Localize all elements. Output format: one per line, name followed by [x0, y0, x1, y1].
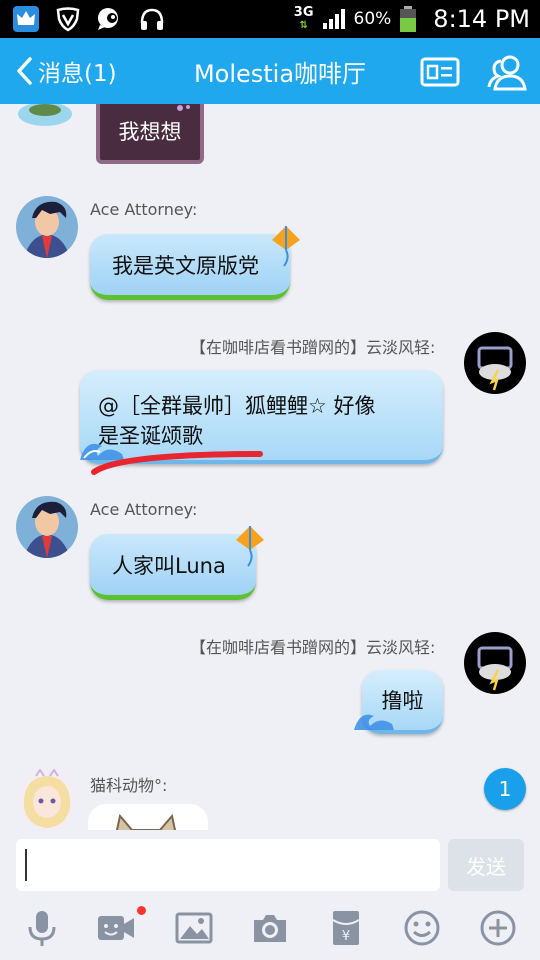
battery-icon [400, 6, 417, 32]
wave-decoration [354, 714, 394, 730]
unread-count-badge[interactable]: 1 [484, 768, 526, 810]
message-bubble[interactable]: 我是英文原版党 [90, 234, 290, 300]
notification-dot [137, 906, 146, 915]
headphones-icon [140, 8, 164, 30]
message-bubble[interactable]: 我想想 [96, 104, 204, 164]
toolbar: ¥ [0, 896, 540, 960]
clock: 8:14 PM [433, 5, 530, 33]
avatar-yun-dan-feng-qing[interactable] [464, 332, 526, 394]
title-bar: Molestia咖啡厅 消息(1) [0, 38, 540, 104]
video-call-icon[interactable] [96, 908, 136, 948]
chat-message-list[interactable]: 我想想 Ace Attorney: 我是英文原版党 【在咖啡店看书蹭网的】云淡风… [0, 104, 540, 830]
back-button[interactable]: 消息(1) [14, 38, 117, 104]
shield-icon [56, 7, 80, 32]
status-bar: 3G ⇅ 60% 8:14 PM [0, 0, 540, 38]
sparkle-decoration [177, 105, 190, 111]
group-profile-card-icon[interactable] [420, 52, 460, 92]
emoji-icon[interactable] [402, 908, 442, 948]
avatar-partial[interactable] [16, 104, 74, 128]
avatar-ace-attorney[interactable] [16, 196, 78, 258]
kite-decoration [272, 226, 300, 267]
kite-decoration [236, 526, 264, 567]
chevron-left-icon [17, 57, 32, 85]
chat-app-icon [98, 8, 118, 30]
send-button[interactable]: 发送 [448, 839, 524, 891]
message-text-line1: @［全群最帅］狐鲤鲤☆ 好像 [98, 394, 376, 418]
sender-name: Ace Attorney: [90, 200, 198, 219]
red-underline-annotation [91, 451, 263, 475]
text-cursor [25, 849, 27, 881]
group-members-icon[interactable] [486, 52, 530, 92]
camera-icon[interactable] [250, 908, 290, 948]
sender-name: 猫科动物°: [90, 776, 168, 795]
plus-icon[interactable] [478, 908, 518, 948]
signal-icon [322, 9, 345, 29]
sender-name: Ace Attorney: [90, 500, 198, 519]
network-indicator: 3G ⇅ [293, 4, 314, 31]
red-packet-icon[interactable]: ¥ [326, 908, 366, 948]
crown-app-icon [13, 6, 39, 32]
avatar-mao-ke-dong-wu[interactable] [16, 768, 78, 830]
message-bubble[interactable] [88, 804, 208, 830]
avatar-ace-attorney[interactable] [16, 496, 78, 558]
sender-name: 【在咖啡店看书蹭网的】云淡风轻: [190, 638, 436, 657]
microphone-icon[interactable] [22, 908, 62, 948]
cat-sticker-image [115, 813, 177, 830]
sender-name: 【在咖啡店看书蹭网的】云淡风轻: [190, 338, 436, 357]
input-bar: 发送 [0, 830, 540, 896]
battery-percent: 60% [353, 9, 392, 29]
message-text: 人家叫Luna [112, 553, 226, 578]
message-input[interactable] [16, 839, 440, 891]
back-label: 消息(1) [38, 61, 117, 87]
image-icon[interactable] [174, 908, 214, 948]
network-type: 3G [293, 4, 314, 20]
svg-text:¥: ¥ [342, 929, 350, 944]
avatar-yun-dan-feng-qing[interactable] [464, 632, 526, 694]
message-text: 我是英文原版党 [112, 253, 259, 278]
message-text: 我想想 [118, 120, 182, 144]
